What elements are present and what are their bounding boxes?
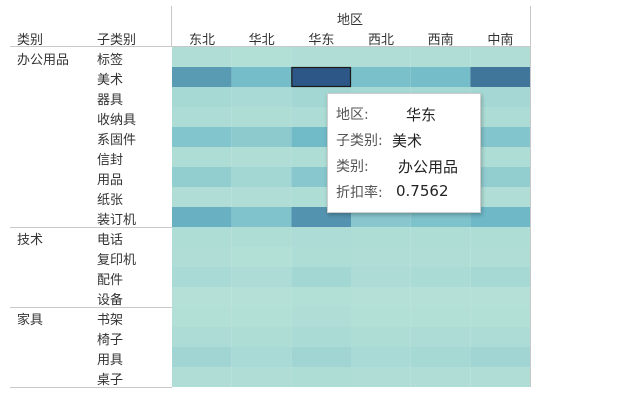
heatmap-cell-r12-c3[interactable] — [351, 287, 411, 307]
header-right-border — [530, 6, 531, 46]
tooltip-region-label: 地区: — [336, 107, 369, 123]
heatmap-cell-r8-c1[interactable] — [231, 207, 292, 227]
heatmap-cell-r4-c0[interactable] — [172, 127, 232, 147]
heatmap-cell-r0-c3[interactable] — [351, 47, 411, 67]
heatmap-cell-r5-c1[interactable] — [231, 147, 292, 167]
heatmap-cell-r10-c4[interactable] — [410, 247, 471, 267]
heatmap-cell-r13-c5[interactable] — [470, 307, 531, 327]
heatmap-cell-r11-c0[interactable] — [172, 267, 232, 287]
heatmap-cell-r16-c0[interactable] — [172, 367, 232, 387]
cell-tooltip: 地区: 华东 子类别: 美术 类别: 办公用品 折扣率: 0.7562 — [327, 93, 481, 213]
heatmap-cell-r0-c4[interactable] — [410, 47, 471, 67]
heatmap-cell-r10-c5[interactable] — [470, 247, 531, 267]
heatmap-cell-r7-c0[interactable] — [172, 187, 232, 207]
heatmap-cell-r9-c5[interactable] — [470, 227, 531, 247]
heatmap-cell-r0-c5[interactable] — [470, 47, 531, 67]
heatmap-cell-r15-c5[interactable] — [470, 347, 531, 367]
heatmap-cell-r12-c2[interactable] — [291, 287, 352, 307]
heatmap-cell-r12-c5[interactable] — [470, 287, 531, 307]
tooltip-region-value: 华东 — [406, 106, 437, 124]
heatmap-cell-r9-c2[interactable] — [291, 227, 352, 247]
heatmap-cell-r13-c4[interactable] — [410, 307, 471, 327]
heatmap-cell-r16-c3[interactable] — [351, 367, 411, 387]
heatmap-cell-r2-c1[interactable] — [231, 87, 292, 107]
tooltip-discount-value: 0.7562 — [396, 182, 449, 200]
heatmap-cell-r9-c1[interactable] — [231, 227, 292, 247]
heatmap-cell-r1-c2[interactable] — [291, 67, 352, 87]
tooltip-category-value: 办公用品 — [398, 158, 459, 176]
heatmap-cell-r1-c0[interactable] — [172, 67, 232, 87]
heatmap-cell-r13-c1[interactable] — [231, 307, 292, 327]
heatmap-cell-r11-c1[interactable] — [231, 267, 292, 287]
heatmap-cell-r0-c2[interactable] — [291, 47, 352, 67]
heatmap-cell-r14-c4[interactable] — [410, 327, 471, 347]
heatmap-cell-r13-c2[interactable] — [291, 307, 352, 327]
heatmap-cell-r13-c3[interactable] — [351, 307, 411, 327]
heatmap-cell-r16-c2[interactable] — [291, 367, 352, 387]
heatmap-cell-r12-c4[interactable] — [410, 287, 471, 307]
heatmap-cell-r15-c3[interactable] — [351, 347, 411, 367]
heatmap-cell-r14-c2[interactable] — [291, 327, 352, 347]
heatmap-cell-r1-c5[interactable] — [470, 67, 531, 87]
heatmap-cell-r0-c0[interactable] — [172, 47, 232, 67]
heatmap-cell-r1-c1[interactable] — [231, 67, 292, 87]
tooltip-subcategory-label: 子类别: — [336, 133, 383, 149]
heatmap-cell-r16-c4[interactable] — [410, 367, 471, 387]
heatmap-cell-r12-c0[interactable] — [172, 287, 232, 307]
heatmap-cell-r6-c1[interactable] — [231, 167, 292, 187]
heatmap-cell-r1-c3[interactable] — [351, 67, 411, 87]
heatmap-cell-r9-c3[interactable] — [351, 227, 411, 247]
heatmap-cell-r15-c4[interactable] — [410, 347, 471, 367]
heatmap-cell-r6-c0[interactable] — [172, 167, 232, 187]
heatmap-cell-r14-c1[interactable] — [231, 327, 292, 347]
heatmap-cell-r3-c1[interactable] — [231, 107, 292, 127]
heatmap-cell-r1-c4[interactable] — [410, 67, 471, 87]
heatmap-cell-r10-c3[interactable] — [351, 247, 411, 267]
heatmap-cell-r10-c1[interactable] — [231, 247, 292, 267]
table-bottom-rule — [10, 387, 172, 388]
heatmap-cell-r16-c5[interactable] — [470, 367, 531, 387]
group-separator-tech — [10, 227, 172, 228]
heatmap-cell-r11-c2[interactable] — [291, 267, 352, 287]
heatmap-cell-r2-c0[interactable] — [172, 87, 232, 107]
heatmap-cell-r5-c0[interactable] — [172, 147, 232, 167]
heatmap-cell-r15-c0[interactable] — [172, 347, 232, 367]
heatmap-cell-r13-c0[interactable] — [172, 307, 232, 327]
header-bottom-rule — [10, 46, 531, 47]
heatmap-cell-r9-c0[interactable] — [172, 227, 232, 247]
header-left-border — [171, 6, 172, 46]
heatmap-cell-r10-c0[interactable] — [172, 247, 232, 267]
tooltip-discount-label: 折扣率: — [336, 185, 383, 201]
heatmap-cell-r15-c2[interactable] — [291, 347, 352, 367]
tooltip-subcategory-value: 美术 — [392, 132, 423, 150]
heatmap-cell-r14-c5[interactable] — [470, 327, 531, 347]
heatmap-cell-r16-c1[interactable] — [231, 367, 292, 387]
tooltip-category-label: 类别: — [336, 159, 369, 175]
heatmap-cell-r11-c3[interactable] — [351, 267, 411, 287]
heatmap-cell-r10-c2[interactable] — [291, 247, 352, 267]
heatmap-cell-r14-c3[interactable] — [351, 327, 411, 347]
heatmap-cell-r9-c4[interactable] — [410, 227, 471, 247]
heatmap-cell-r8-c0[interactable] — [172, 207, 232, 227]
heatmap-cell-r3-c0[interactable] — [172, 107, 232, 127]
heatmap-cell-r0-c1[interactable] — [231, 47, 292, 67]
heatmap-chart[interactable] — [0, 0, 625, 418]
heatmap-cell-r11-c5[interactable] — [470, 267, 531, 287]
heatmap-cell-r11-c4[interactable] — [410, 267, 471, 287]
heatmap-cell-r14-c0[interactable] — [172, 327, 232, 347]
heatmap-cell-r12-c1[interactable] — [231, 287, 292, 307]
heatmap-cell-r15-c1[interactable] — [231, 347, 292, 367]
heatmap-cell-r4-c1[interactable] — [231, 127, 292, 147]
heatmap-cell-r7-c1[interactable] — [231, 187, 292, 207]
group-separator-furniture — [10, 307, 172, 308]
